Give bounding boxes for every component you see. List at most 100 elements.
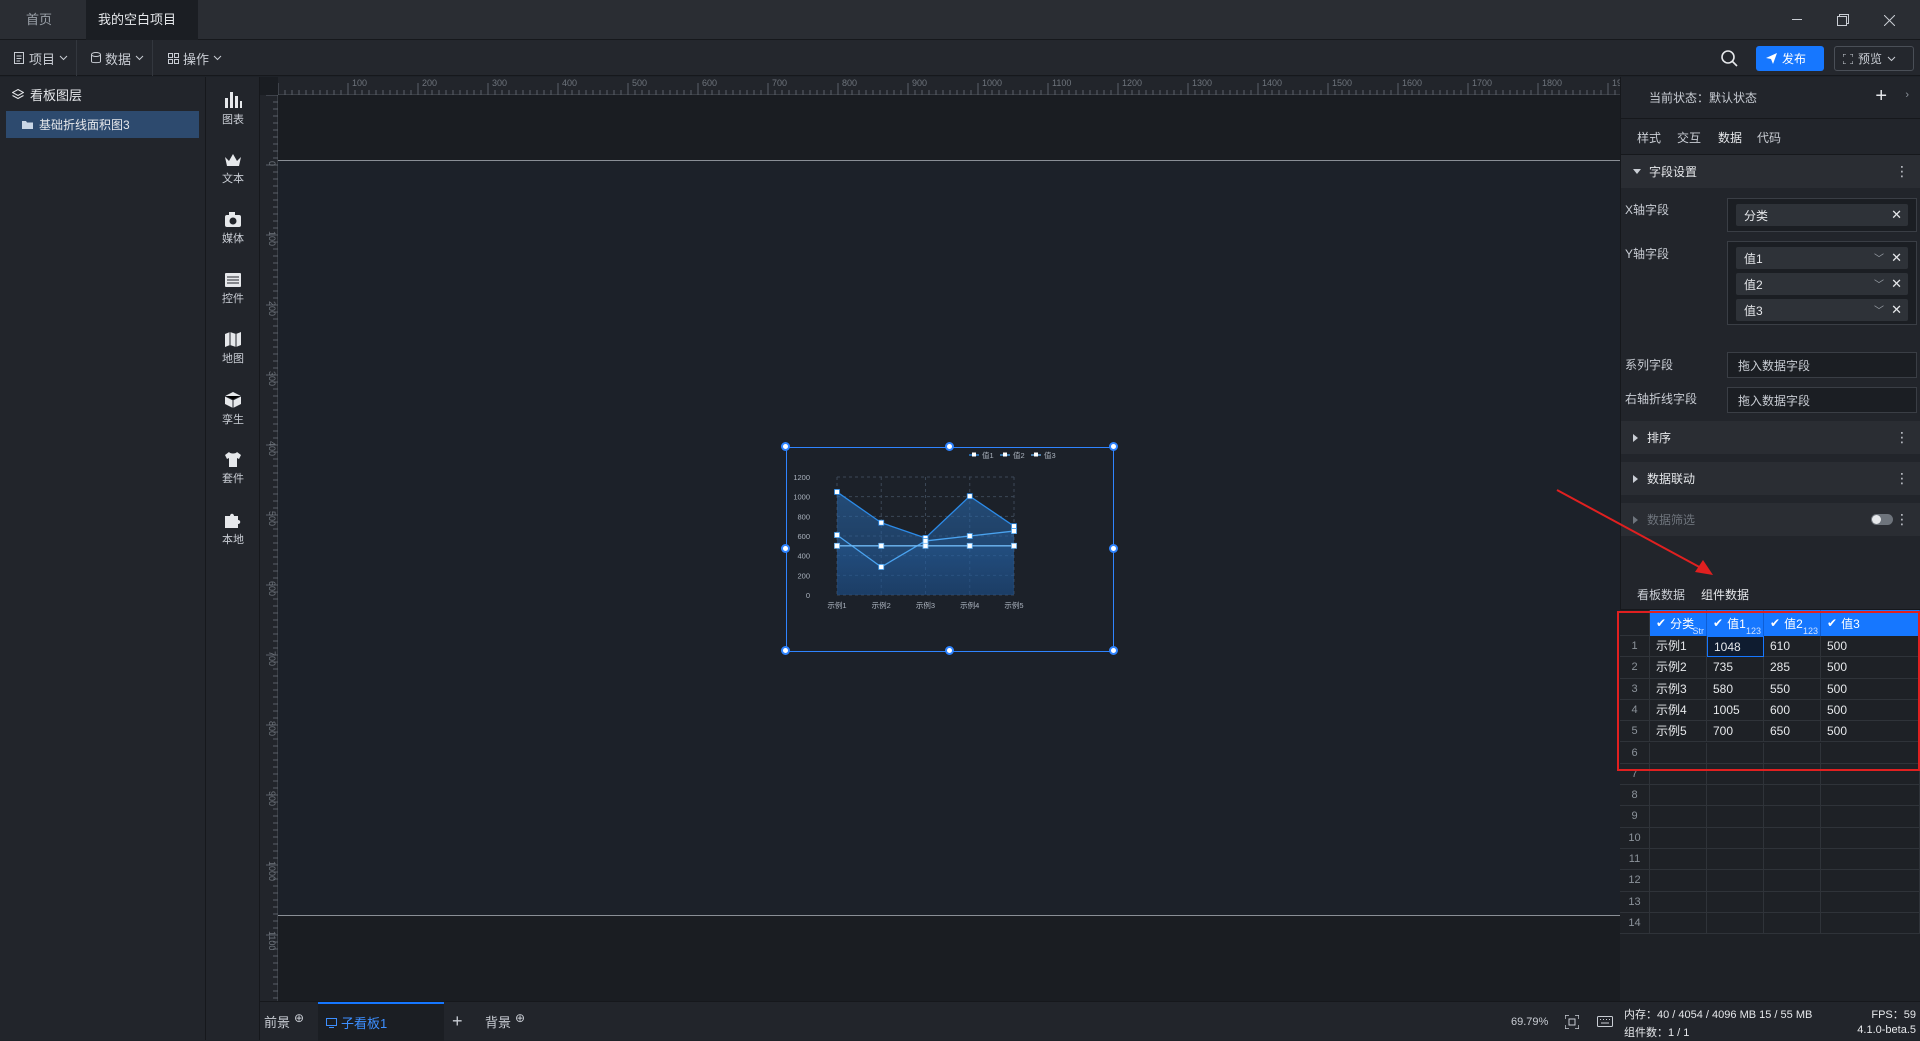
tab-style[interactable]: 样式 [1637,129,1661,146]
chart-selection[interactable]: 0 200 400 600 800 1000 1200 示例1 示例2 示例3 示例4 示例5 值1 值2… [786,447,1114,652]
tab-home[interactable]: 首页 [14,0,74,40]
comp-kit[interactable]: 套件 [206,441,260,497]
sort-section[interactable]: 排序 ⋮ [1621,421,1920,454]
more-icon[interactable]: ⋮ [1895,512,1909,526]
table-cell[interactable] [1764,870,1821,892]
table-cell[interactable] [1650,891,1707,913]
resize-handle-sw[interactable] [781,646,790,655]
minimize-icon[interactable] [1774,0,1820,40]
table-cell[interactable] [1707,912,1764,935]
add-state-icon[interactable]: + [1875,85,1887,108]
tab-data[interactable]: 数据 [1713,129,1747,157]
comp-media[interactable]: 媒体 [206,201,260,257]
row-number[interactable]: 12 [1620,870,1650,892]
row-number[interactable]: 11 [1620,849,1650,871]
table-cell[interactable] [1821,827,1920,849]
resize-handle-ne[interactable] [1109,442,1118,451]
table-cell[interactable] [1821,891,1920,913]
ops-menu[interactable]: 操作 [160,40,230,76]
fit-screen-icon[interactable] [1565,1002,1579,1041]
data-menu[interactable]: 数据 [83,40,154,76]
table-cell[interactable] [1707,785,1764,807]
table-cell[interactable] [1821,912,1920,935]
field-settings-header[interactable]: 字段设置 ⋮ [1621,155,1920,188]
table-cell[interactable] [1707,891,1764,913]
preview-button[interactable]: 预览 [1834,46,1914,71]
close-icon[interactable] [1866,0,1912,40]
x-field-chip[interactable]: 分类 ✕ [1736,204,1908,226]
tab-component-data[interactable]: 组件数据 [1701,586,1750,613]
table-cell[interactable] [1821,849,1920,871]
table-cell[interactable] [1764,827,1821,849]
table-cell[interactable] [1764,785,1821,807]
resize-handle-w[interactable] [781,544,790,553]
x-field-box[interactable]: 分类 ✕ [1727,198,1917,232]
subboard-tab[interactable]: 子看板1 [318,1002,444,1041]
chevron-down-icon[interactable]: ﹀ [1874,302,1884,317]
table-cell[interactable] [1707,870,1764,892]
tab-board-data[interactable]: 看板数据 [1637,586,1685,603]
table-cell[interactable] [1764,849,1821,871]
tab-project[interactable]: 我的空白项目 [86,0,198,65]
table-cell[interactable] [1764,891,1821,913]
series-field-drop[interactable]: 拖入数据字段 [1727,352,1917,378]
background-tab[interactable]: 背景 ⊕ [485,1002,525,1041]
y-field-chip[interactable]: 值3 ﹀ ✕ [1736,299,1908,321]
row-number[interactable]: 13 [1620,891,1650,913]
remove-icon[interactable]: ✕ [1891,276,1902,292]
table-cell[interactable] [1650,849,1707,871]
resize-handle-s[interactable] [945,646,954,655]
table-cell[interactable] [1650,806,1707,828]
y-field-box[interactable]: 值1 ﹀ ✕ 值2 ﹀ ✕ 值3 ﹀ ✕ [1727,241,1917,325]
keyboard-icon[interactable] [1597,1002,1613,1041]
y-field-chip[interactable]: 值2 ﹀ ✕ [1736,273,1908,295]
table-cell[interactable] [1707,827,1764,849]
chevron-down-icon[interactable]: ﹀ [1874,276,1884,291]
tab-code[interactable]: 代码 [1757,129,1781,146]
remove-icon[interactable]: ✕ [1891,302,1902,318]
remove-icon[interactable]: ✕ [1891,250,1902,266]
zoom-level[interactable]: 69.79% [1511,1002,1548,1041]
comp-control[interactable]: 控件 [206,261,260,317]
chevron-down-icon[interactable]: ﹀ [1874,250,1884,265]
table-cell[interactable] [1707,806,1764,828]
resize-handle-nw[interactable] [781,442,790,451]
add-circle-icon[interactable]: ⊕ [294,1011,304,1025]
foreground-tab[interactable]: 前景 ⊕ [264,1002,304,1041]
restore-icon[interactable] [1820,0,1866,40]
publish-button[interactable]: 发布 [1756,46,1824,71]
comp-chart[interactable]: 图表 [206,81,260,137]
table-cell[interactable] [1764,912,1821,935]
table-cell[interactable] [1821,806,1920,828]
comp-local[interactable]: 本地 [206,501,260,557]
more-icon[interactable]: ⋮ [1895,164,1909,178]
right-axis-field-drop[interactable]: 拖入数据字段 [1727,387,1917,413]
row-number[interactable]: 14 [1620,912,1650,935]
project-menu[interactable]: 项目 [6,40,78,76]
row-number[interactable]: 10 [1620,827,1650,849]
table-cell[interactable] [1650,912,1707,935]
remove-icon[interactable]: ✕ [1891,207,1902,223]
search-icon[interactable] [1721,50,1738,70]
table-cell[interactable] [1707,849,1764,871]
tab-interaction[interactable]: 交互 [1677,129,1701,146]
comp-text[interactable]: 文本 [206,141,260,197]
table-cell[interactable] [1821,785,1920,807]
add-board-button[interactable]: + [452,1002,463,1041]
row-number[interactable]: 8 [1620,785,1650,807]
resize-handle-se[interactable] [1109,646,1118,655]
line-area-chart[interactable]: 0 200 400 600 800 1000 1200 示例1 示例2 示例3 示例4 示例5 值1 值2… [787,448,1113,651]
table-cell[interactable] [1764,806,1821,828]
filter-toggle[interactable] [1871,514,1893,525]
y-field-chip[interactable]: 值1 ﹀ ✕ [1736,247,1908,269]
layer-item[interactable]: 基础折线面积图3 [6,111,199,138]
table-cell[interactable] [1650,785,1707,807]
comp-map[interactable]: 地图 [206,321,260,377]
row-number[interactable]: 9 [1620,806,1650,828]
comp-twin[interactable]: 孪生 [206,381,260,437]
more-icon[interactable]: ⋮ [1895,471,1909,485]
table-cell[interactable] [1821,870,1920,892]
table-cell[interactable] [1650,870,1707,892]
table-cell[interactable] [1650,827,1707,849]
resize-handle-n[interactable] [945,442,954,451]
